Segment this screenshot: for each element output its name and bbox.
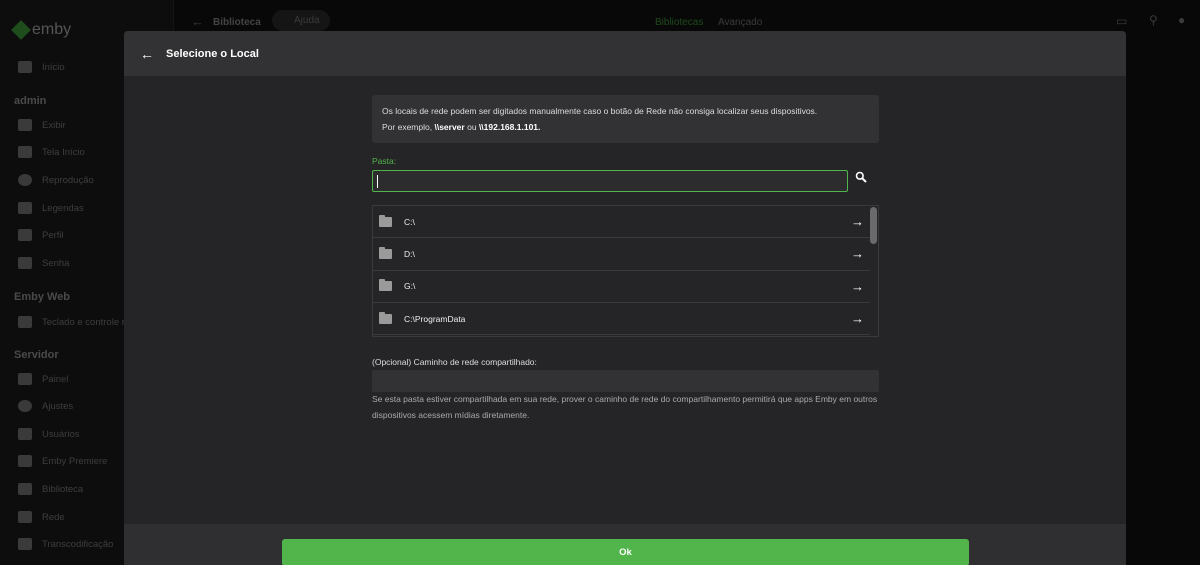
home-icon <box>18 146 32 158</box>
info-or: ou <box>467 122 477 132</box>
arrow-right-icon: → <box>851 214 864 230</box>
keyboard-icon <box>18 316 32 328</box>
directory-list: C:\ → D:\ → G:\ → C:\ProgramData → <box>372 205 879 337</box>
back-arrow-icon[interactable]: ← <box>140 46 154 62</box>
path-label: G:\ <box>404 281 416 292</box>
folder-input[interactable] <box>372 170 848 192</box>
person-icon <box>18 229 32 241</box>
sidebar-item-label: Tela Início <box>42 146 85 158</box>
help-label: Ajuda <box>294 15 320 26</box>
share-help-text: Se esta pasta estiver compartilhada em s… <box>372 394 878 420</box>
path-label: C:\ <box>404 216 415 227</box>
cast-icon[interactable]: ▭ <box>1116 14 1127 28</box>
section-emby-web: Emby Web <box>14 291 71 303</box>
sidebar-item-label: Usuários <box>42 428 80 440</box>
tv-icon <box>18 119 32 131</box>
lock-icon <box>18 257 32 269</box>
users-icon <box>18 428 32 440</box>
list-item[interactable]: C:\ProgramData → <box>373 303 870 336</box>
dialog-header: ← Selecione o Local <box>124 31 1126 76</box>
folder-icon <box>379 214 392 227</box>
logo-text: emby <box>32 21 72 38</box>
sidebar-item-label: Perfil <box>42 229 64 241</box>
search-icon[interactable]: ⚲ <box>1149 13 1158 27</box>
sidebar-item-label: Ajustes <box>42 400 74 412</box>
list-item[interactable]: G:\ → <box>373 271 870 303</box>
path-label: C:\ProgramData <box>404 313 466 324</box>
help-button[interactable]: Ajuda <box>272 10 330 31</box>
sidebar-item-label: Rede <box>42 511 65 523</box>
gear-icon <box>18 400 32 412</box>
emby-logo-icon <box>11 20 31 40</box>
sidebar-item-label: Biblioteca <box>42 483 84 495</box>
folder-icon <box>379 311 392 324</box>
text-caret <box>377 175 378 188</box>
user-icon[interactable]: ● <box>1178 13 1185 27</box>
path-label: D:\ <box>404 248 415 259</box>
sidebar-item-label: Senha <box>42 257 70 269</box>
tab-advanced[interactable]: Avançado <box>718 17 762 28</box>
arrow-right-icon: → <box>851 278 864 294</box>
share-label: (Opcional) Caminho de rede compartilhado… <box>372 357 537 367</box>
search-icon[interactable] <box>855 171 875 191</box>
page-title: Biblioteca <box>213 17 261 28</box>
ok-button[interactable]: Ok <box>282 539 969 565</box>
section-admin: admin <box>14 95 47 107</box>
folder-label: Pasta: <box>372 156 397 166</box>
emby-logo[interactable]: emby <box>11 20 72 40</box>
sidebar-item-label: Exibir <box>42 119 66 131</box>
sidebar-item-label: Transcodificação <box>42 538 114 550</box>
dialog-title: Selecione o Local <box>166 47 259 60</box>
sidebar-item-label: Legendas <box>42 202 84 214</box>
subtitles-icon <box>18 202 32 214</box>
dashboard-icon <box>18 373 32 385</box>
section-server: Servidor <box>14 349 59 361</box>
info-prefix: Por exemplo, <box>382 122 433 132</box>
list-scrollbar[interactable] <box>870 207 877 244</box>
folder-icon <box>379 246 392 259</box>
list-item[interactable]: D:\ → <box>373 238 870 271</box>
home-icon <box>18 61 32 73</box>
select-location-dialog: ← Selecione o Local Os locais de rede po… <box>124 31 1126 565</box>
arrow-right-icon: → <box>851 311 864 327</box>
tab-libraries[interactable]: Bibliotecas <box>655 17 703 28</box>
dialog-footer: Ok <box>124 524 1126 565</box>
sidebar-item-label: Emby Premiere <box>42 455 108 467</box>
folder-icon <box>18 483 32 495</box>
sidebar-item-label: Reprodução <box>42 174 94 186</box>
crop-icon <box>18 538 32 550</box>
network-share-input[interactable] <box>372 370 879 392</box>
wifi-icon <box>18 511 32 523</box>
list-item[interactable]: C:\ → <box>373 206 870 239</box>
info-example-server: \\server <box>434 122 465 132</box>
info-example: Por exemplo, \\server ou \\192.168.1.101… <box>382 122 541 132</box>
folder-icon <box>379 279 392 292</box>
star-icon <box>18 455 32 467</box>
info-text: Os locais de rede podem ser digitados ma… <box>382 106 818 116</box>
info-example-ip: \\192.168.1.101 <box>478 122 539 132</box>
arrow-right-icon: → <box>851 246 864 262</box>
back-arrow-icon[interactable]: ← <box>191 14 204 29</box>
sidebar-item-label: Início <box>42 61 65 73</box>
sidebar-item-label: Painel <box>42 373 69 385</box>
network-info-box: Os locais de rede podem ser digitados ma… <box>372 95 879 143</box>
play-icon <box>18 174 32 186</box>
